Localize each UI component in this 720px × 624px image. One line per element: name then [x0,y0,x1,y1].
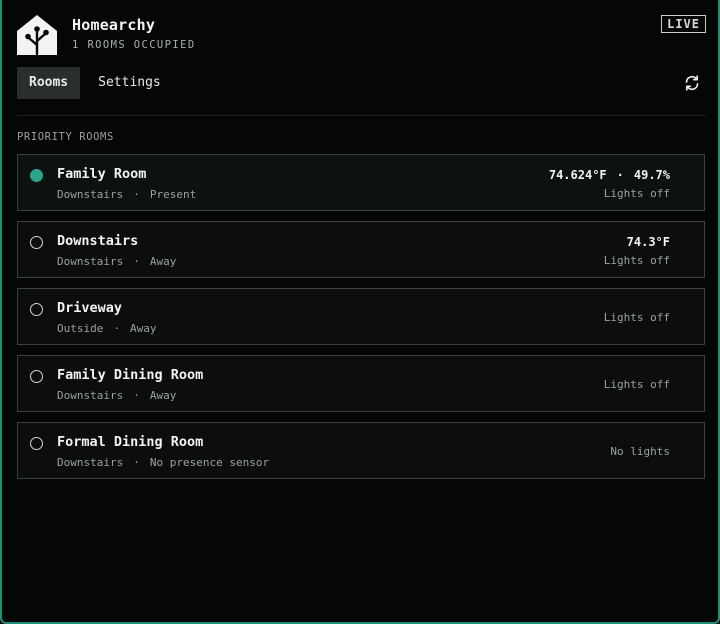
room-card-formal-dining-room[interactable]: Formal Dining Room Downstairs · No presenc… [17,422,705,479]
home-assistant-icon [17,15,57,56]
unoccupied-indicator-icon [30,437,43,450]
app-header: Homearchy 1 ROOMS OCCUPIED LIVE [16,14,706,58]
room-lights-status: Lights off [603,187,670,200]
meta-separator: · [133,255,140,268]
occupied-indicator-icon [30,169,43,182]
app-window: Homearchy 1 ROOMS OCCUPIED LIVE Rooms Set… [0,0,720,624]
room-presence: Away [129,322,157,335]
room-area: Downstairs [57,389,124,402]
room-presence: Present [149,188,197,201]
room-meta: Downstairs · No presence sensor [57,456,269,469]
room-presence: No presence sensor [149,456,270,469]
room-lights-status: No lights [610,445,670,458]
room-temperature: 74.3°F [626,235,670,249]
unoccupied-indicator-icon [30,370,43,383]
room-name: Formal Dining Room [57,434,204,450]
room-name: Downstairs [57,233,139,249]
room-climate: 74.3°F [627,235,670,249]
room-area: Outside [57,322,104,335]
tab-rooms[interactable]: Rooms [17,67,81,99]
room-presence: Away [149,255,177,268]
room-area: Downstairs [57,255,124,268]
room-meta: Downstairs · Away [57,255,176,268]
room-presence: Away [149,389,177,402]
room-temperature: 74.624°F [548,168,607,182]
tab-bar: Rooms Settings [17,67,173,99]
room-card-family-room[interactable]: Family Room Downstairs · Present 74.624°F ·… [17,154,705,211]
live-badge: LIVE [661,15,706,33]
stats-separator: · [616,168,624,182]
header-divider [17,115,706,116]
room-card-driveway[interactable]: Driveway Outside · Away Lights off [17,288,705,345]
unoccupied-indicator-icon [30,303,43,316]
room-climate: 74.624°F · 49.7% [549,168,670,182]
meta-separator: · [133,188,140,201]
occupancy-status: 1 ROOMS OCCUPIED [72,39,196,51]
room-meta: Outside · Away [57,322,156,335]
room-area: Downstairs [57,188,124,201]
room-lights-status: Lights off [603,378,670,391]
room-lights-status: Lights off [603,311,670,324]
unoccupied-indicator-icon [30,236,43,249]
meta-separator: · [133,389,140,402]
room-card-family-dining-room[interactable]: Family Dining Room Downstairs · Away Light… [17,355,705,412]
app-title: Homearchy [72,16,156,34]
room-lights-status: Lights off [603,254,670,267]
tab-settings[interactable]: Settings [86,67,173,99]
refresh-icon[interactable] [684,75,700,91]
room-humidity: 49.7% [633,168,670,182]
meta-separator: · [113,322,120,335]
meta-separator: · [133,456,140,469]
room-name: Family Dining Room [57,367,204,383]
section-label: PRIORITY ROOMS [17,131,114,143]
room-card-downstairs[interactable]: Downstairs Downstairs · Away 74.3°F Lights… [17,221,705,278]
room-list: Family Room Downstairs · Present 74.624°F ·… [17,154,705,489]
room-name: Driveway [57,300,123,316]
room-area: Downstairs [57,456,124,469]
room-name: Family Room [57,166,147,182]
room-meta: Downstairs · Away [57,389,176,402]
room-meta: Downstairs · Present [57,188,196,201]
